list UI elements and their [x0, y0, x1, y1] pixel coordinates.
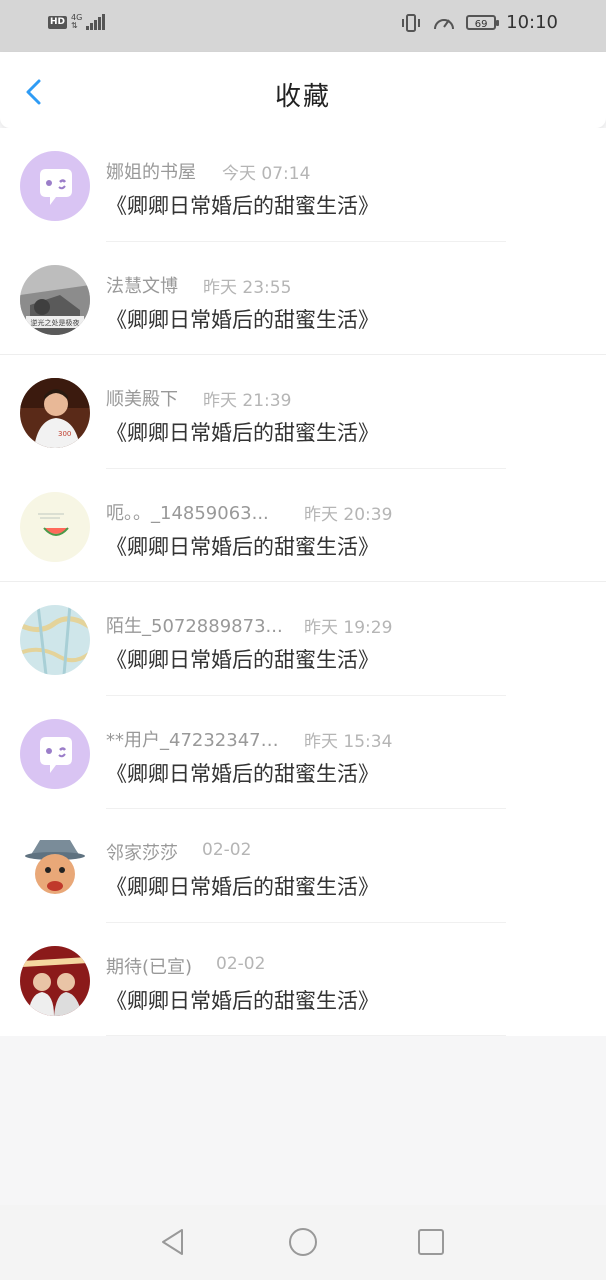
book-title[interactable]: 《卿卿日常婚后的甜蜜生活》 [106, 644, 379, 674]
user-name[interactable]: **用户_472323473... [106, 726, 286, 752]
list-item[interactable]: 期待(已宣) 02-02 《卿卿日常婚后的甜蜜生活》 [0, 923, 606, 1036]
landscape-photo-icon: 逆光之处是极夜 [20, 264, 90, 335]
timestamp: 昨天 15:34 [304, 731, 393, 752]
avatar[interactable] [20, 605, 90, 675]
timestamp: 昨天 21:39 [203, 391, 292, 411]
network-type: 4G ⇅ [71, 14, 82, 30]
list-item[interactable]: 娜姐的书屋 今天 07:14 《卿卿日常婚后的甜蜜生活》 [0, 128, 606, 242]
avatar[interactable]: 300 [20, 378, 90, 448]
avatar[interactable] [20, 945, 90, 1016]
app-header: 收藏 [0, 52, 606, 128]
avatar[interactable] [20, 832, 90, 902]
person-photo-icon: 300 [20, 378, 90, 448]
status-left: HD 4G ⇅ [48, 14, 106, 30]
cartoon-man-icon [20, 832, 90, 902]
user-name[interactable]: 邻家莎莎 [106, 839, 178, 865]
book-title[interactable]: 《卿卿日常婚后的甜蜜生活》 [106, 985, 379, 1015]
list-item[interactable]: **用户_472323473... 昨天 15:34 《卿卿日常婚后的甜蜜生活》 [0, 696, 606, 809]
battery-icon: 69 [466, 15, 500, 30]
avatar[interactable] [20, 718, 90, 789]
page-title: 收藏 [274, 82, 331, 112]
list-item[interactable]: 300 顺美殿下 昨天 21:39 《卿卿日常婚后的甜蜜生活》 [0, 355, 606, 469]
book-title[interactable]: 《卿卿日常婚后的甜蜜生活》 [106, 190, 379, 220]
timestamp: 02-02 [202, 840, 252, 860]
map-photo-icon [20, 605, 90, 675]
triangle-back-icon[interactable] [158, 1227, 188, 1257]
list-item[interactable]: 呃。。_14859063... 昨天 20:39 《卿卿日常婚后的甜蜜生活》 [0, 469, 606, 582]
circle-home-icon[interactable] [288, 1227, 318, 1257]
user-name[interactable]: 期待(已宣) [106, 953, 192, 979]
user-name[interactable]: 娜姐的书屋 [106, 158, 196, 184]
user-name[interactable]: 陌生_5072889873... [106, 612, 283, 638]
default-avatar-icon [20, 151, 90, 221]
favorites-list: 娜姐的书屋 今天 07:14 《卿卿日常婚后的甜蜜生活》 逆光之处是极夜 法慧文… [0, 128, 606, 1036]
group-photo-icon [20, 945, 90, 1016]
hd-badge: HD [48, 15, 68, 29]
avatar[interactable] [20, 151, 90, 221]
system-nav-bar [0, 1205, 606, 1280]
timestamp: 昨天 20:39 [304, 504, 393, 525]
user-name[interactable]: 呃。。_14859063... [106, 499, 269, 525]
svg-text:300: 300 [58, 430, 71, 438]
square-recents-icon[interactable] [416, 1227, 446, 1257]
divider [106, 1035, 506, 1036]
timestamp: 昨天 23:55 [203, 277, 292, 298]
status-right: 69 10:10 [400, 12, 558, 33]
avatar[interactable] [20, 491, 90, 562]
timestamp: 02-02 [216, 953, 266, 974]
list-item[interactable]: 逆光之处是极夜 法慧文博 昨天 23:55 《卿卿日常婚后的甜蜜生活》 [0, 242, 606, 355]
signal-icon [86, 14, 106, 30]
book-title[interactable]: 《卿卿日常婚后的甜蜜生活》 [106, 417, 379, 447]
avatar-caption: 逆光之处是极夜 [31, 318, 80, 327]
avatar[interactable]: 逆光之处是极夜 [20, 264, 90, 335]
timestamp: 今天 07:14 [222, 164, 311, 184]
vibrate-icon [402, 13, 421, 32]
status-time: 10:10 [506, 12, 558, 33]
data-arrows-icon: ⇅ [71, 21, 78, 30]
user-name[interactable]: 法慧文博 [106, 272, 178, 298]
list-item[interactable]: 邻家莎莎 02-02 《卿卿日常婚后的甜蜜生活》 [0, 809, 606, 923]
user-name[interactable]: 顺美殿下 [106, 385, 178, 411]
list-item[interactable]: 陌生_5072889873... 昨天 19:29 《卿卿日常婚后的甜蜜生活》 [0, 582, 606, 696]
book-title[interactable]: 《卿卿日常婚后的甜蜜生活》 [106, 871, 379, 901]
book-title[interactable]: 《卿卿日常婚后的甜蜜生活》 [106, 758, 379, 788]
default-avatar-icon [20, 718, 90, 789]
status-bar: HD 4G ⇅ 69 10:10 [0, 0, 606, 52]
watermelon-icon [20, 491, 90, 562]
book-title[interactable]: 《卿卿日常婚后的甜蜜生活》 [106, 304, 379, 334]
speed-icon [434, 18, 455, 29]
book-title[interactable]: 《卿卿日常婚后的甜蜜生活》 [106, 531, 379, 561]
timestamp: 昨天 19:29 [304, 618, 393, 638]
